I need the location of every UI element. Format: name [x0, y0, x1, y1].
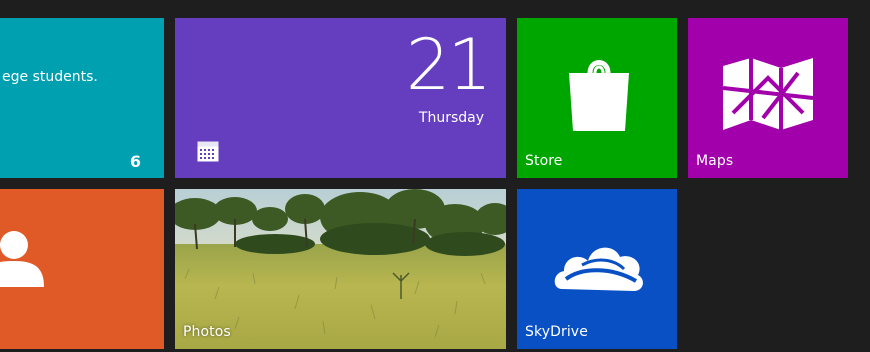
maps-tile[interactable]: Maps: [688, 18, 848, 178]
people-tile[interactable]: [0, 189, 164, 349]
skydrive-tile[interactable]: SkyDrive: [517, 189, 677, 349]
calendar-icon: [197, 141, 219, 162]
mail-preview-text: ege students.: [2, 69, 98, 85]
start-screen: ege students. 6 21 Thursday Store Maps P…: [0, 0, 870, 352]
shopping-bag-icon: [569, 60, 629, 131]
calendar-day-number: 21: [405, 24, 492, 106]
person-icon: [0, 231, 44, 287]
photos-tile-label: Photos: [183, 324, 231, 340]
cloud-icon: [554, 247, 643, 291]
maps-tile-label: Maps: [696, 153, 734, 169]
folded-map-icon: [723, 58, 813, 130]
mail-unread-count: 6: [129, 152, 141, 171]
calendar-weekday: Thursday: [418, 110, 484, 126]
calendar-tile[interactable]: 21 Thursday: [175, 18, 506, 178]
store-tile-label: Store: [525, 153, 563, 169]
mail-tile[interactable]: ege students. 6: [0, 18, 164, 178]
store-tile[interactable]: Store: [517, 18, 677, 178]
photos-tile[interactable]: Photos: [175, 189, 506, 349]
skydrive-tile-label: SkyDrive: [525, 324, 588, 340]
